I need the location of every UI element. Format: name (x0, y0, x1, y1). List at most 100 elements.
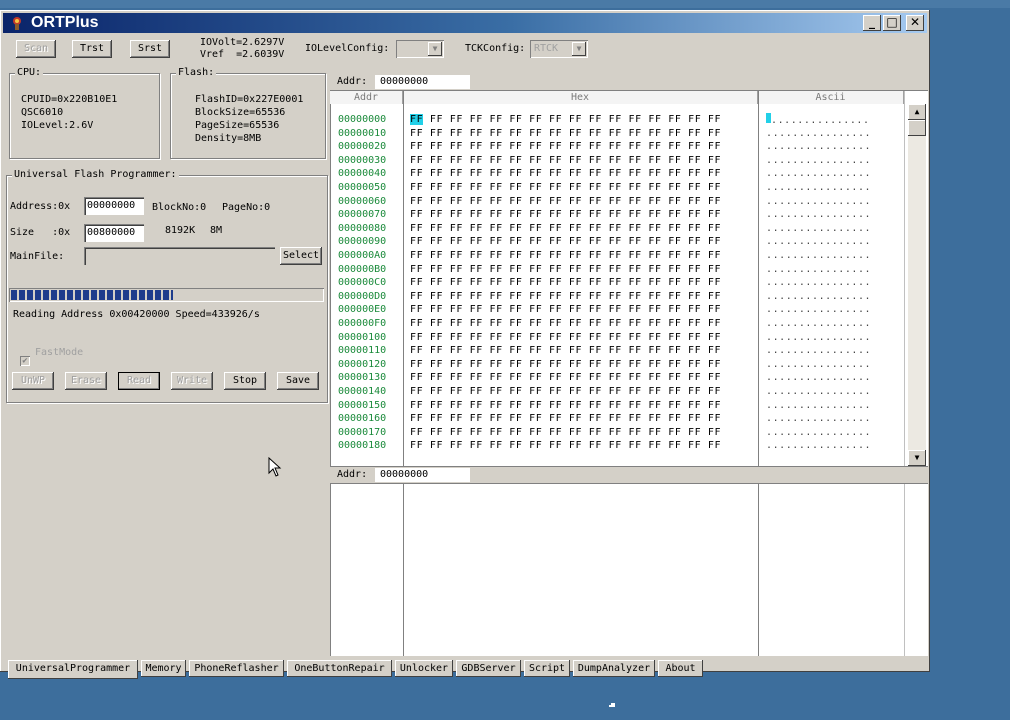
hex-row[interactable]: 00000110 FF FF FF FF FF FF FF FF FF FF FF… (330, 344, 900, 358)
hex-row[interactable]: 00000070 FF FF FF FF FF FF FF FF FF FF FF… (330, 208, 900, 222)
tab-script[interactable]: Script (524, 660, 570, 677)
hex-row[interactable]: 00000150 FF FF FF FF FF FF FF FF FF FF FF… (330, 399, 900, 413)
iovolt-readout: IOVolt=2.6297V (200, 37, 285, 48)
row-hex-bytes: FF FF FF FF FF FF FF FF FF FF FF FF FF F… (410, 318, 722, 329)
row-hex-bytes: FF FF FF FF FF FF FF FF FF FF FF FF FF F… (410, 154, 722, 166)
hex-row[interactable]: 00000090 FF FF FF FF FF FF FF FF FF FF FF… (330, 235, 900, 249)
hex-row[interactable]: 00000030 FF FF FF FF FF FF FF FF FF FF FF… (330, 154, 900, 168)
tab-phonereflasher[interactable]: PhoneReflasher (189, 660, 284, 677)
app-icon (13, 17, 21, 30)
scan-button[interactable]: Scan (16, 40, 56, 58)
tab-unlocker[interactable]: Unlocker (395, 660, 453, 677)
hex-row[interactable]: 000000B0 FF FF FF FF FF FF FF FF FF FF FF… (330, 263, 900, 277)
read-button[interactable]: Read (118, 372, 160, 390)
row-address: 00000170 (338, 426, 387, 438)
lower-address-label: Addr: (337, 469, 368, 480)
row-hex-bytes: FF FF FF FF FF FF FF FF FF FF FF FF FF F… (410, 127, 722, 139)
lower-address-input[interactable]: 00000000 (375, 468, 470, 482)
write-button[interactable]: Write (171, 372, 213, 390)
row-ascii: ................ (766, 318, 872, 329)
hex-row[interactable]: 00000040 FF FF FF FF FF FF FF FF FF FF FF… (330, 167, 900, 181)
hex-scrollbar[interactable]: ▲ ▼ (908, 104, 926, 466)
flash-id: FlashID=0x227E0001 (195, 94, 304, 105)
row-hex-bytes: FF FF FF FF FF FF FF FF FF FF FF FF FF F… (410, 141, 722, 153)
tab-universalprogrammer[interactable]: UniversalProgrammer (8, 660, 138, 679)
unwp-button[interactable]: UnWP (12, 372, 54, 390)
scroll-up-icon[interactable]: ▲ (908, 104, 926, 120)
srst-button[interactable]: Srst (130, 40, 170, 58)
hex-row[interactable]: 00000000 FF FF FF FF FF FF FF FF FF FF FF… (330, 113, 900, 127)
size-input[interactable]: 00800000 (84, 224, 144, 242)
tck-config-select[interactable]: RTCK ▼ (530, 40, 588, 58)
hex-row[interactable]: 00000170 FF FF FF FF FF FF FF FF FF FF FF… (330, 426, 900, 440)
row-hex-bytes: FF FF FF FF FF FF FF FF FF FF FF FF FF F… (410, 426, 722, 438)
hex-address-input[interactable]: 00000000 (375, 75, 470, 89)
hex-row[interactable]: 000000A0 FF FF FF FF FF FF FF FF FF FF FF… (330, 249, 900, 263)
row-hex-bytes: FF FF FF FF FF FF FF FF FF FF FF FF FF F… (410, 236, 722, 248)
stop-button[interactable]: Stop (224, 372, 266, 390)
address-label: Address:0x (10, 201, 71, 212)
row-hex-bytes: FF FF FF FF FF FF FF FF FF FF FF FF FF F… (410, 113, 721, 127)
hex-row[interactable]: 00000180 FF FF FF FF FF FF FF FF FF FF FF… (330, 439, 900, 453)
hex-row[interactable]: 00000060 FF FF FF FF FF FF FF FF FF FF FF… (330, 195, 900, 209)
cpu-iolevel: IOLevel:2.6V (21, 120, 94, 131)
row-ascii: ................ (766, 399, 872, 411)
trst-button[interactable]: Trst (72, 40, 112, 58)
hex-row[interactable]: 00000080 FF FF FF FF FF FF FF FF FF FF FF… (330, 222, 900, 236)
hex-row[interactable]: 00000020 FF FF FF FF FF FF FF FF FF FF FF… (330, 140, 900, 154)
hex-row[interactable]: 000000E0 FF FF FF FF FF FF FF FF FF FF FF… (330, 303, 900, 317)
cpu-group-title: CPU: (15, 67, 44, 78)
tab-gdbserver[interactable]: GDBServer (456, 660, 521, 677)
hex-row[interactable]: 00000100 FF FF FF FF FF FF FF FF FF FF FF… (330, 331, 900, 345)
hex-row[interactable]: 00000120 FF FF FF FF FF FF FF FF FF FF FF… (330, 358, 900, 372)
row-address: 00000000 (338, 114, 387, 125)
selected-byte[interactable]: FF (410, 114, 424, 125)
minimize-button[interactable]: _ (863, 15, 881, 31)
fastmode-checkbox[interactable]: ✔ (20, 356, 30, 366)
column-divider (904, 91, 905, 656)
row-ascii: ................ (766, 277, 872, 289)
scroll-thumb[interactable] (908, 120, 926, 136)
hex-row[interactable]: 000000C0 FF FF FF FF FF FF FF FF FF FF FF… (330, 276, 900, 290)
close-button[interactable]: ✕ (906, 15, 924, 31)
save-button[interactable]: Save (277, 372, 319, 390)
row-ascii: ................ (766, 154, 872, 166)
page-number: PageNo:0 (222, 202, 271, 213)
hex-row[interactable]: 00000130 FF FF FF FF FF FF FF FF FF FF FF… (330, 371, 900, 385)
row-address: 00000140 (338, 386, 387, 397)
desktop-background (0, 0, 1010, 8)
column-header-addr: Addr (330, 91, 403, 104)
row-ascii: ................ (766, 426, 872, 438)
row-hex-bytes: FF FF FF FF FF FF FF FF FF FF FF FF FF F… (410, 372, 722, 384)
row-address: 00000020 (338, 141, 387, 153)
cpu-chip: QSC6010 (21, 107, 64, 118)
row-address: 00000060 (338, 195, 387, 207)
hex-viewer[interactable]: Addr: 00000000 Addr Hex Ascii 00000000 FF… (330, 74, 928, 656)
row-hex-bytes: FF FF FF FF FF FF FF FF FF FF FF FF FF F… (410, 358, 722, 370)
size-label: Size :0x (10, 227, 71, 238)
hex-row[interactable]: 00000010 FF FF FF FF FF FF FF FF FF FF FF… (330, 127, 900, 141)
block-number: BlockNo:0 (152, 202, 207, 213)
tab-dumpanalyzer[interactable]: DumpAnalyzer (573, 660, 655, 677)
erase-button[interactable]: Erase (65, 372, 107, 390)
iolevel-config-select[interactable]: ▼ (396, 40, 444, 58)
row-hex-bytes: FF FF FF FF FF FF FF FF FF FF FF FF FF F… (410, 440, 722, 452)
tab-memory[interactable]: Memory (141, 660, 186, 677)
address-input[interactable]: 00000000 (84, 197, 144, 215)
hex-row[interactable]: 00000160 FF FF FF FF FF FF FF FF FF FF FF… (330, 412, 900, 426)
row-hex-bytes: FF FF FF FF FF FF FF FF FF FF FF FF FF F… (410, 386, 722, 397)
hex-address-bar: Addr: 00000000 (330, 74, 928, 91)
scroll-down-icon[interactable]: ▼ (908, 450, 926, 466)
tab-about[interactable]: About (658, 660, 703, 677)
tab-onebuttonrepair[interactable]: OneButtonRepair (287, 660, 392, 677)
select-file-button[interactable]: Select (280, 247, 322, 265)
maximize-button[interactable]: □ (883, 15, 901, 31)
mainfile-input[interactable] (84, 247, 275, 265)
hex-row[interactable]: 000000D0 FF FF FF FF FF FF FF FF FF FF FF… (330, 290, 900, 304)
row-ascii: ................ (766, 127, 872, 139)
row-ascii: ................ (766, 386, 872, 397)
hex-row[interactable]: 00000050 FF FF FF FF FF FF FF FF FF FF FF… (330, 181, 900, 195)
hex-row[interactable]: 000000F0 FF FF FF FF FF FF FF FF FF FF FF… (330, 317, 900, 331)
hex-row[interactable]: 00000140 FF FF FF FF FF FF FF FF FF FF FF… (330, 385, 900, 399)
title-bar[interactable]: ORTPlus _ □ ✕ (3, 13, 927, 33)
